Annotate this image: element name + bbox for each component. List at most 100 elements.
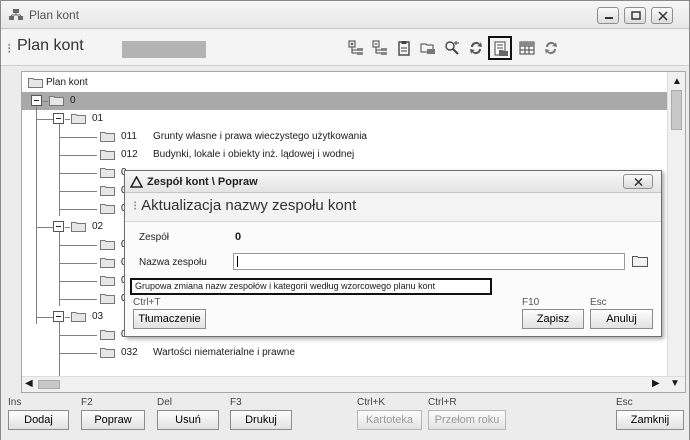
collapse-toggle[interactable]: [53, 311, 64, 322]
group-label: Zespół: [139, 232, 170, 243]
tree-connector: [60, 173, 97, 174]
tree-code: 032: [121, 347, 138, 358]
refresh-arrows-icon: [470, 42, 482, 55]
folder-icon: [100, 258, 115, 268]
translate-button[interactable]: Tłumaczenie: [133, 309, 206, 329]
shortcut-label: Ctrl+R: [428, 397, 457, 408]
title-bar: Plan kont: [1, 1, 689, 29]
tree-row[interactable]: 011 Grunty własne i prawa wieczystego uż…: [22, 128, 667, 146]
dialog-body: Zespół 0 Nazwa zespołu Grupowa zmiana na…: [125, 221, 661, 336]
tree-code: 011: [121, 131, 137, 142]
grip-icon: ⁝: [133, 198, 138, 213]
refresh-button[interactable]: [466, 38, 486, 58]
shortcut-label: F2: [81, 397, 93, 408]
group-name-label: Nazwa zespołu: [139, 257, 207, 268]
tree-expand-button[interactable]: [346, 38, 366, 58]
search-tree-button[interactable]: [442, 38, 462, 58]
edit-button[interactable]: Popraw: [81, 410, 145, 430]
shortcut-label: Esc: [616, 397, 633, 408]
edit-group-dialog: Zespół kont \ Popraw ⁝ Aktualizacja nazwy…: [124, 170, 662, 337]
close-button[interactable]: [651, 7, 673, 24]
maximize-button[interactable]: [624, 7, 646, 24]
shortcut-label: Ins: [8, 397, 22, 408]
table-view-button[interactable]: [517, 38, 537, 58]
tree-collapse-button[interactable]: [370, 38, 390, 58]
tree-connector: [60, 263, 97, 264]
header-bar: ⁝ Plan kont: [1, 30, 689, 66]
clipboard-icon: [398, 41, 410, 56]
card-index-button[interactable]: Kartoteka: [357, 410, 422, 430]
folder-icon: [100, 186, 115, 196]
delete-button[interactable]: Usuń: [157, 410, 219, 430]
folder-icon: [100, 150, 115, 160]
sync-arrows-icon: [545, 42, 557, 55]
print-folder-button[interactable]: [418, 38, 438, 58]
scroll-down-icon[interactable]: ▼: [670, 378, 680, 389]
add-button[interactable]: Dodaj: [8, 410, 69, 430]
collapse-toggle[interactable]: [53, 113, 64, 124]
header-placeholder: [122, 41, 206, 58]
tree-name: Wartości niematerialne i prawne: [153, 347, 295, 358]
tree-root-label: Plan kont: [46, 77, 88, 88]
collapse-toggle[interactable]: [53, 221, 64, 232]
horizontal-scrollbar[interactable]: ◀ ▶ ▼: [22, 376, 685, 392]
folder-icon: [100, 294, 115, 304]
printer-folder-icon: [420, 43, 435, 54]
folder-icon: [71, 222, 86, 232]
year-end-button[interactable]: Przełom roku: [428, 410, 506, 430]
tree-code: 03: [92, 311, 104, 322]
minimize-button[interactable]: [597, 7, 619, 24]
tree-row[interactable]: 01: [22, 110, 667, 128]
print-button[interactable]: Drukuj: [230, 410, 292, 430]
folder-icon: [100, 330, 115, 340]
vertical-scrollbar[interactable]: ▲: [667, 72, 685, 377]
scroll-up-icon[interactable]: ▲: [672, 76, 682, 87]
folder-icon: [49, 96, 64, 106]
edit-group-button[interactable]: [488, 36, 512, 60]
tree-connector: [37, 317, 53, 318]
tree-connector: [60, 191, 97, 192]
warning-triangle-icon: [130, 176, 143, 188]
tree-connector: [65, 119, 70, 120]
tree-name: Grunty własne i prawa wieczystego użytko…: [153, 131, 367, 142]
dialog-heading: ⁝ Aktualizacja nazwy zespołu kont: [133, 197, 356, 214]
tree-connector: [60, 299, 97, 300]
scroll-left-icon[interactable]: ◀: [25, 378, 33, 389]
tree-root[interactable]: Plan kont: [22, 74, 667, 92]
tree-row[interactable]: 0: [22, 92, 667, 110]
dialog-close-button[interactable]: [623, 174, 653, 189]
tree-row[interactable]: 032 Wartości niematerialne i prawne: [22, 344, 667, 362]
browse-folder-icon[interactable]: [632, 255, 648, 267]
dialog-heading-text: Aktualizacja nazwy zespołu kont: [141, 197, 357, 214]
close-icon: [658, 11, 668, 21]
group-rename-info[interactable]: Grupowa zmiana nazw zespołów i kategorii…: [130, 278, 492, 295]
folder-edit-icon: [494, 41, 508, 56]
sync-button[interactable]: [541, 38, 561, 58]
shortcut-label: F10: [522, 297, 540, 308]
vertical-scroll-thumb[interactable]: [671, 90, 682, 130]
close-icon: [634, 178, 643, 186]
group-value: 0: [235, 231, 242, 243]
tree-connector: [37, 119, 53, 120]
group-name-input[interactable]: [233, 253, 625, 270]
window-title: Plan kont: [29, 8, 80, 22]
folder-icon: [100, 276, 115, 286]
main-window: Plan kont ⁝ Plan kont Plan kont 0 01 011…: [0, 0, 690, 440]
tree-connector: [37, 227, 53, 228]
scroll-right-icon[interactable]: ▶: [652, 378, 660, 389]
clipboard-button[interactable]: [394, 38, 414, 58]
folder-icon: [100, 348, 115, 358]
tree-row[interactable]: 012 Budynki, lokale i obiekty inż. lądow…: [22, 146, 667, 164]
save-button[interactable]: Zapisz: [522, 309, 584, 329]
horizontal-scroll-thumb[interactable]: [38, 380, 60, 389]
accounts-app-icon: [9, 9, 23, 20]
tree-code: 02: [92, 221, 104, 232]
maximize-icon: [631, 11, 641, 20]
collapse-toggle[interactable]: [31, 95, 42, 106]
tree-connector: [43, 101, 48, 102]
cancel-button[interactable]: Anuluj: [590, 309, 653, 329]
folder-icon: [100, 204, 115, 214]
tree-connector: [60, 245, 97, 246]
close-window-button[interactable]: Zamknij: [616, 410, 684, 430]
folder-icon: [28, 78, 43, 88]
